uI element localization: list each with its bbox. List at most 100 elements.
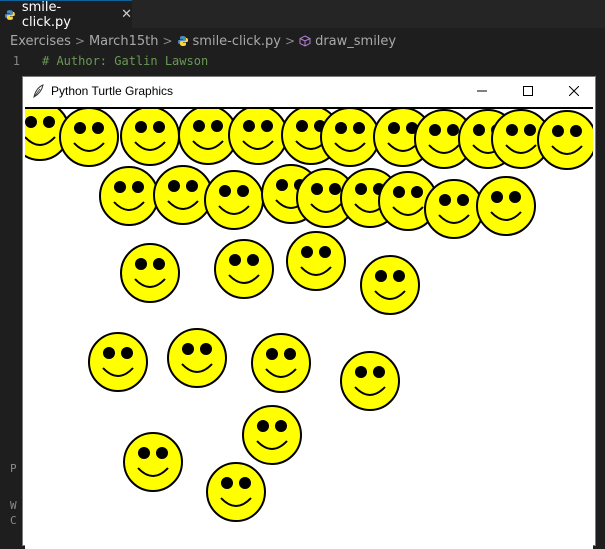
smiley-face	[167, 328, 227, 388]
smiley-eye	[373, 366, 385, 378]
smiley-eye	[257, 420, 269, 432]
smiley-face	[120, 109, 180, 166]
breadcrumb-item-exercises[interactable]: Exercises	[10, 34, 71, 49]
close-icon	[569, 86, 579, 96]
smiley-eye	[296, 120, 308, 132]
smiley-eye	[284, 348, 296, 360]
smiley-eye	[138, 447, 150, 459]
close-icon[interactable]: ✕	[121, 7, 132, 22]
line-number: 1	[12, 54, 20, 68]
breadcrumb-item-function[interactable]: draw_smiley	[315, 34, 396, 49]
smiley-face	[537, 110, 593, 170]
smiley-eye	[393, 186, 405, 198]
minimize-icon	[477, 90, 487, 92]
smiley-eye	[388, 122, 400, 134]
smiley-eye	[114, 181, 126, 193]
smiley-face	[424, 179, 484, 239]
smiley-eye	[121, 347, 133, 359]
smiley-eye	[491, 191, 503, 203]
smiley-face	[123, 432, 183, 492]
tab-label: smile-click.py	[21, 0, 71, 30]
smiley-eye	[393, 270, 405, 282]
smiley-eye	[509, 191, 521, 203]
smiley-face	[251, 333, 311, 393]
smiley-face	[214, 239, 274, 299]
smiley-eye	[135, 258, 147, 270]
smiley-eye	[43, 116, 55, 128]
breadcrumb-item-file[interactable]: smile-click.py	[193, 34, 281, 49]
smiley-eye	[411, 186, 423, 198]
turtle-canvas[interactable]	[25, 107, 593, 549]
smiley-eye	[506, 124, 518, 136]
smiley-eye	[329, 183, 341, 195]
smiley-eye	[447, 124, 459, 136]
smiley-eye	[301, 246, 313, 258]
smiley-eye	[247, 254, 259, 266]
terminal-text: W	[10, 499, 17, 512]
smiley-eye	[132, 181, 144, 193]
chevron-right-icon: >	[162, 34, 173, 48]
minimize-button[interactable]	[459, 77, 505, 105]
maximize-button[interactable]	[505, 77, 551, 105]
smiley-eye	[275, 420, 287, 432]
smiley-eye	[319, 246, 331, 258]
smiley-eye	[74, 122, 86, 134]
smiley-drawing	[25, 109, 593, 522]
smiley-eye	[261, 120, 273, 132]
smiley-eye	[266, 348, 278, 360]
smiley-eye	[429, 124, 441, 136]
smiley-eye	[153, 258, 165, 270]
terminal-text: P	[10, 462, 17, 475]
smiley-eye	[311, 183, 323, 195]
smiley-eye	[221, 477, 233, 489]
code-line[interactable]: 1 # Author: Gatlin Lawson	[0, 52, 605, 70]
smiley-eye	[355, 366, 367, 378]
smiley-eye	[239, 477, 251, 489]
editor-tab-bar: smile-click.py ✕	[0, 0, 605, 30]
smiley-eye	[182, 343, 194, 355]
feather-icon	[33, 84, 44, 98]
chevron-right-icon: >	[74, 34, 85, 48]
breadcrumb: Exercises > March15th > smile-click.py >…	[0, 30, 605, 52]
smiley-eye	[552, 125, 564, 137]
window-titlebar[interactable]: Python Turtle Graphics	[23, 77, 595, 105]
smiley-eye	[237, 185, 249, 197]
smiley-eye	[524, 124, 536, 136]
smiley-eye	[439, 194, 451, 206]
smiley-eye	[186, 180, 198, 192]
smiley-eye	[229, 254, 241, 266]
window-title: Python Turtle Graphics	[51, 84, 174, 98]
smiley-eye	[570, 125, 582, 137]
smiley-eye	[156, 447, 168, 459]
close-button[interactable]	[551, 77, 597, 105]
smiley-eye	[168, 180, 180, 192]
smiley-face	[340, 351, 400, 411]
smiley-face	[206, 462, 266, 522]
smiley-eye	[25, 116, 37, 128]
python-file-icon	[4, 9, 15, 20]
smiley-eye	[135, 121, 147, 133]
chevron-right-icon: >	[285, 34, 296, 48]
smiley-eye	[355, 183, 367, 195]
turtle-graphics-window[interactable]: Python Turtle Graphics	[22, 76, 596, 549]
smiley-eye	[473, 124, 485, 136]
function-cube-icon	[299, 35, 311, 47]
smiley-face	[242, 405, 302, 465]
maximize-icon	[523, 86, 533, 96]
smiley-eye	[353, 122, 365, 134]
smiley-face	[99, 166, 159, 226]
code-comment: # Author: Gatlin Lawson	[42, 54, 209, 68]
python-file-icon	[177, 36, 188, 46]
smiley-face	[153, 165, 213, 225]
smiley-face	[120, 243, 180, 303]
smiley-eye	[375, 270, 387, 282]
smiley-face	[88, 332, 148, 392]
smiley-face	[360, 255, 420, 315]
smiley-face	[286, 231, 346, 291]
tab-smile-click[interactable]: smile-click.py ✕	[0, 0, 132, 30]
smiley-eye	[276, 179, 288, 191]
smiley-face	[476, 176, 536, 236]
smiley-eye	[153, 121, 165, 133]
breadcrumb-item-march15th[interactable]: March15th	[89, 34, 159, 49]
smiley-eye	[211, 120, 223, 132]
